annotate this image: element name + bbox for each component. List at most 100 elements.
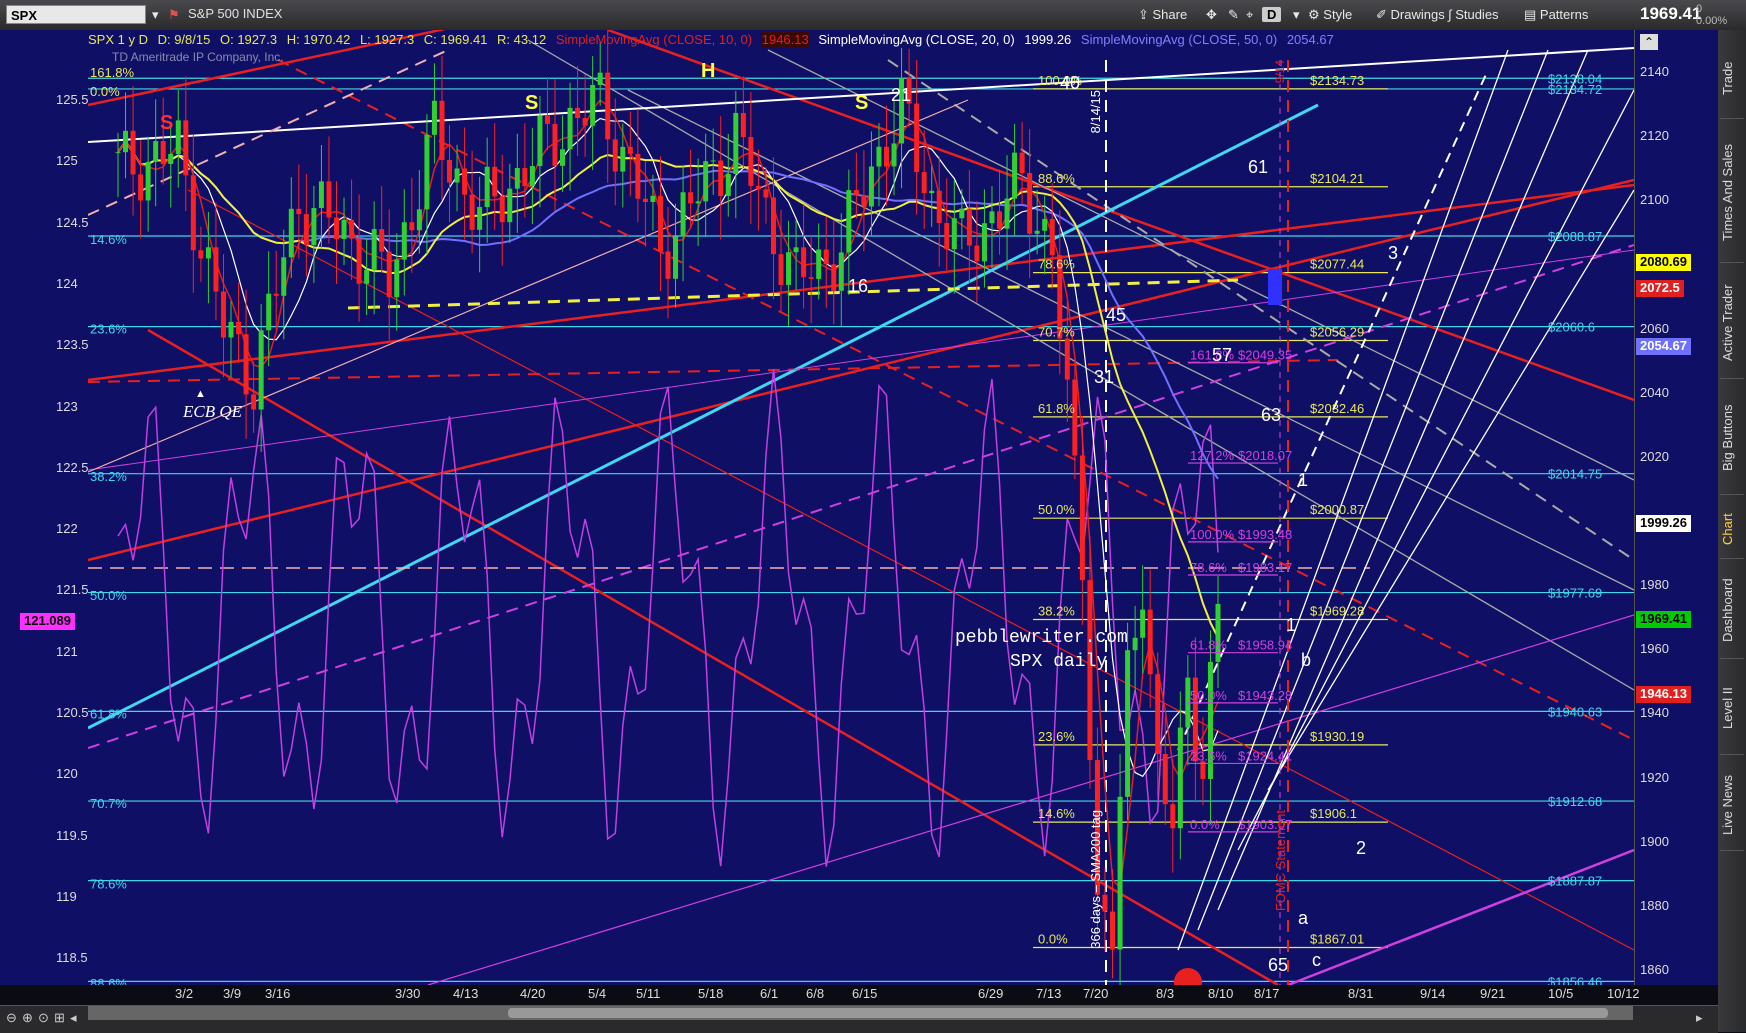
date-tick-label: 3/2: [175, 986, 194, 1001]
candle-body: [642, 198, 648, 203]
share-button[interactable]: ⇪ Share: [1138, 5, 1187, 24]
sidebar-tab-dashboard[interactable]: Dashboard: [1720, 562, 1744, 659]
candle-body: [1094, 760, 1100, 895]
candle-body: [1140, 609, 1146, 638]
candle-body: [522, 168, 528, 187]
candle-body: [921, 172, 927, 194]
zoom-out-icon[interactable]: ⊖: [6, 1010, 17, 1026]
candle-body: [703, 161, 709, 202]
yellow-fib-value: $2000.87: [1310, 502, 1364, 517]
cyan-fib-pct: 50.0%: [90, 588, 127, 603]
candle-body: [364, 269, 370, 284]
scroll-right-icon[interactable]: ▸: [1696, 1010, 1703, 1026]
ratio-tick-label: 119.5: [56, 827, 88, 843]
yellow-fib-pct: 88.6%: [1038, 171, 1075, 186]
yellow-fib-pct: 14.6%: [1038, 806, 1075, 821]
cyan-fib-value: $2014.75: [1548, 467, 1602, 482]
magenta-fib-value: $1943.28: [1238, 688, 1292, 703]
drawings-button[interactable]: ✐ Drawings: [1376, 5, 1445, 24]
candle-body: [153, 141, 159, 162]
candle-body: [997, 211, 1003, 229]
yellow-fib-pct: 23.6%: [1038, 729, 1075, 744]
sidebar-tab-big-buttons[interactable]: Big Buttons: [1720, 382, 1744, 495]
sidebar-tab-active-trader[interactable]: Active Trader: [1720, 268, 1744, 379]
scroll-left-icon[interactable]: ◂: [70, 1010, 77, 1026]
chevron-down-icon[interactable]: ▾: [152, 5, 159, 24]
scrollbar-thumb[interactable]: [508, 1008, 1608, 1018]
candle-body: [770, 197, 776, 255]
candle-body: [1147, 609, 1153, 675]
candle-body: [929, 190, 935, 194]
sidebar-tab-times-and-sales[interactable]: Times And Sales: [1720, 122, 1744, 263]
ratio-tick-label: 123: [56, 398, 78, 414]
sidebar-tab-trade[interactable]: Trade: [1720, 38, 1744, 119]
aggregation-badge[interactable]: D: [1262, 7, 1282, 22]
candle-body: [341, 219, 347, 240]
study-info-bar: SPX 1 y D D: 9/8/15 O: 1927.3 H: 1970.42…: [88, 32, 1634, 52]
candle-body: [989, 211, 995, 224]
zoom-in-icon[interactable]: ⊕: [22, 1010, 33, 1026]
collapse-up-icon[interactable]: ⌃: [1640, 34, 1658, 50]
zoom-reset-icon[interactable]: ⊞: [54, 1010, 65, 1026]
magenta-fib-pct: 50.0%: [1190, 688, 1227, 703]
patterns-button[interactable]: ▤ Patterns: [1524, 5, 1588, 24]
cyan-fib-value: $2060.6: [1548, 320, 1595, 335]
chart-canvas[interactable]: 161.8% $2049.35 127.2% $2018.07 100.0% $1993.…: [88, 30, 1634, 985]
candle-body: [183, 120, 189, 176]
studies-button[interactable]: ∫ Studies: [1448, 5, 1499, 24]
symbol-input[interactable]: SPX: [6, 5, 146, 24]
candle-body: [914, 103, 920, 173]
ratio-tick-label: 125.5: [56, 92, 89, 107]
yellow-fib-value: $1906.1: [1310, 806, 1357, 821]
chevron-down-icon[interactable]: ▾: [1293, 5, 1300, 24]
candle-body: [462, 168, 468, 195]
flag-icon[interactable]: ⚑: [168, 5, 180, 24]
ratio-tick-label: 122: [56, 521, 78, 537]
candle-body: [349, 219, 355, 239]
drawing-icon[interactable]: ⌖: [1246, 5, 1253, 24]
candle-body: [371, 229, 377, 270]
candle-body: [130, 130, 136, 175]
candle-body: [1064, 338, 1070, 380]
style-button[interactable]: ⚙ Style: [1308, 5, 1352, 24]
crosshair-icon[interactable]: ✥: [1206, 5, 1217, 24]
date-tick-label: 5/18: [698, 986, 724, 1001]
candle-body: [198, 250, 204, 259]
tools-icon[interactable]: ✎: [1228, 5, 1239, 24]
style-icon: ⚙: [1308, 7, 1324, 22]
time-scrollbar[interactable]: [88, 1006, 1633, 1020]
sma20-label[interactable]: SimpleMovingAvg (CLOSE, 20, 0): [818, 32, 1014, 47]
candle-body: [590, 84, 596, 126]
sidebar-tab-level-ii[interactable]: Level II: [1720, 662, 1744, 755]
drawings-icon: ✐: [1376, 7, 1391, 22]
sidebar-tab-live-news[interactable]: Live News: [1720, 760, 1744, 851]
magenta-fib-value: $1993.48: [1238, 527, 1292, 542]
candle-body: [1132, 637, 1138, 651]
candle-body: [484, 166, 490, 208]
magenta-fib-pct: 161.8%: [1190, 348, 1235, 363]
yellow-fib-value: $2104.21: [1310, 171, 1364, 186]
candle-body: [1072, 379, 1078, 456]
sidebar-tab-chart[interactable]: Chart: [1720, 500, 1744, 559]
price-badge: 2072.5: [1636, 280, 1684, 298]
zoom-fit-icon[interactable]: ⊙: [38, 1010, 49, 1026]
left-current-badge: 121.089: [20, 613, 75, 630]
candle-body: [951, 218, 957, 250]
cyan-fib-value: $2088.87: [1548, 229, 1602, 244]
candle-body: [650, 195, 656, 203]
yellow-fib-pct: 70.7%: [1038, 324, 1075, 339]
share-icon: ⇪: [1138, 7, 1153, 22]
candle-body: [175, 120, 181, 155]
candle-body: [401, 222, 407, 260]
candle-body: [1012, 152, 1018, 199]
date-tick-label: 8/10: [1208, 986, 1234, 1001]
date-tick-label: 3/30: [395, 986, 421, 1001]
candle-body: [394, 259, 400, 298]
date-tick-label: 6/15: [852, 986, 878, 1001]
sma50-label[interactable]: SimpleMovingAvg (CLOSE, 50, 0): [1081, 32, 1277, 47]
sma10-label[interactable]: SimpleMovingAvg (CLOSE, 10, 0): [556, 32, 752, 47]
candle-body: [786, 252, 792, 285]
price-tick-label: 2120: [1640, 128, 1669, 144]
price-badge: 1969.41: [1636, 611, 1691, 629]
candle-body: [205, 247, 211, 259]
